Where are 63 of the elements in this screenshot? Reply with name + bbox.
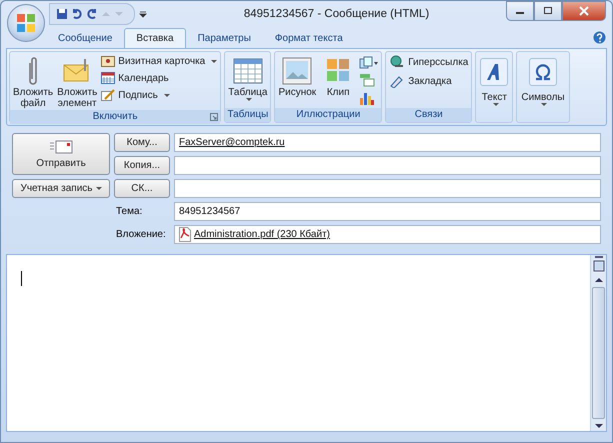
ribbon-tab[interactable]: Сообщение: [46, 28, 124, 48]
image-icon: [282, 57, 312, 85]
ribbon-button[interactable]: Гиперссылка: [388, 54, 470, 70]
table-icon: [232, 57, 263, 85]
group-label: Таблицы: [225, 108, 270, 122]
scroll-down-icon[interactable]: [594, 421, 604, 431]
close-button[interactable]: [562, 1, 606, 21]
group-label: Включить: [10, 110, 220, 124]
address-field[interactable]: [174, 179, 601, 198]
ribbon-button[interactable]: Текст: [478, 54, 510, 122]
ribbon-button[interactable]: Вложить файл: [12, 54, 54, 110]
scroll-up-icon[interactable]: [594, 275, 604, 285]
ribbon-button[interactable]: Закладка: [388, 73, 470, 89]
address-field[interactable]: FaxServer@comptek.ru: [174, 133, 601, 152]
ribbon-tab[interactable]: Параметры: [186, 28, 263, 48]
ribbon-button[interactable]: Вложить элемент: [56, 54, 98, 110]
ribbon-button[interactable]: Рисунок: [277, 54, 318, 108]
attachment-link[interactable]: Administration.pdf (230 Кбайт): [194, 229, 330, 240]
account-button[interactable]: Учетная запись: [12, 179, 110, 198]
envelope-icon: [49, 140, 73, 154]
group-label: Связи: [386, 108, 472, 122]
address-button[interactable]: Кому...: [114, 133, 170, 152]
office-button[interactable]: [7, 4, 45, 42]
scroll-thumb[interactable]: [592, 287, 605, 419]
clipart-icon: [326, 58, 350, 84]
ribbon-button[interactable]: Таблица: [227, 54, 268, 108]
minimize-button[interactable]: [506, 1, 534, 21]
ribbon-button[interactable]: Подпись: [100, 88, 218, 102]
text-cursor: [21, 271, 22, 286]
ribbon-button[interactable]: Символы: [519, 54, 567, 122]
subject-field[interactable]: 84951234567: [174, 202, 601, 221]
calendar-icon: [101, 72, 116, 84]
field-label: Вложение:: [115, 228, 167, 242]
customize-menu-icon[interactable]: [139, 10, 147, 18]
undo-icon[interactable]: [71, 8, 83, 20]
dialog-launcher-icon[interactable]: [210, 113, 218, 121]
window-title: 84951234567 - Сообщение (HTML): [242, 8, 430, 20]
save-icon[interactable]: [56, 8, 68, 20]
field-label: Тема:: [115, 205, 144, 219]
ribbon-button[interactable]: Календарь: [100, 71, 218, 85]
address-field[interactable]: [174, 156, 601, 175]
maximize-button[interactable]: [534, 1, 562, 21]
globe-link-icon: [389, 55, 406, 69]
scrollbar[interactable]: [590, 255, 606, 431]
redo-icon[interactable]: [86, 8, 98, 20]
card-icon: [101, 55, 116, 67]
close-icon: [579, 6, 589, 16]
ribbon-button[interactable]: Клип: [319, 54, 358, 108]
address-button[interactable]: Копия...: [114, 156, 170, 175]
bookmark-icon: [389, 74, 406, 88]
group-label: Иллюстрации: [275, 108, 382, 122]
help-icon[interactable]: [593, 31, 606, 44]
ribbon-button[interactable]: Визитная карточка: [100, 54, 218, 68]
recipient-link[interactable]: FaxServer@comptek.ru: [179, 137, 285, 148]
office-logo-icon: [15, 12, 37, 34]
bar-chart-icon: [359, 90, 376, 106]
address-button[interactable]: СК...: [114, 179, 170, 198]
signature-icon: [101, 89, 116, 101]
send-button[interactable]: Отправить: [12, 133, 110, 175]
ribbon-tab[interactable]: Вставка: [124, 28, 186, 48]
ribbon-tab[interactable]: Формат текста: [262, 28, 355, 48]
shapes-icon: [359, 56, 380, 70]
maximize-icon: [543, 7, 553, 15]
